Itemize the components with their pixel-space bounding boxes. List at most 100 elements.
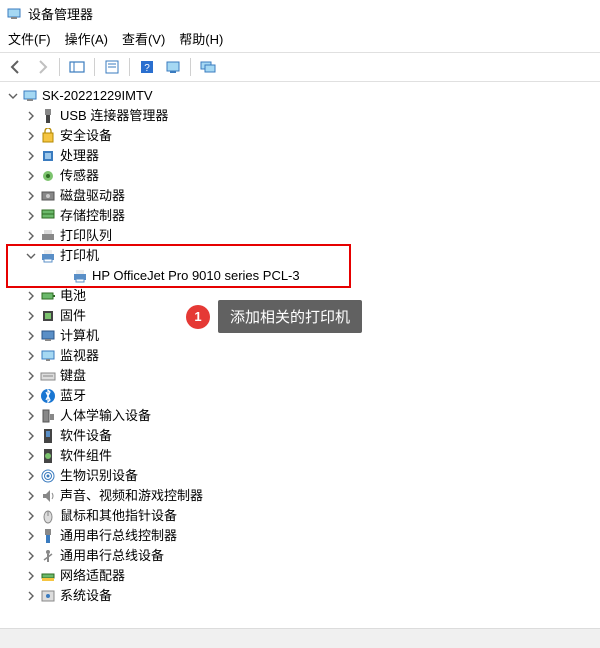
tree-root[interactable]: SK-20221229IMTV: [4, 86, 600, 106]
chevron-right-icon[interactable]: [24, 229, 38, 243]
hid-icon: [40, 408, 56, 424]
app-icon: [6, 6, 22, 22]
tree-category-label: USB 连接器管理器: [60, 106, 172, 126]
tree-category-label: 打印机: [60, 246, 103, 266]
properties-button[interactable]: [100, 56, 124, 78]
help-button[interactable]: [135, 56, 159, 78]
tree-category-usb[interactable]: USB 连接器管理器: [4, 106, 600, 126]
chevron-right-icon[interactable]: [24, 489, 38, 503]
tree-category-component[interactable]: 软件组件: [4, 446, 600, 466]
tree-root-label: SK-20221229IMTV: [42, 86, 157, 106]
show-hide-tree-button[interactable]: [65, 56, 89, 78]
tree-category-bluetooth[interactable]: 蓝牙: [4, 386, 600, 406]
bluetooth-icon: [40, 388, 56, 404]
tree-category-label: 固件: [60, 306, 90, 326]
title-bar: 设备管理器: [0, 0, 600, 27]
status-bar: [0, 628, 600, 648]
disk-icon: [40, 188, 56, 204]
tree-category-label: 鼠标和其他指针设备: [60, 506, 181, 526]
chevron-right-icon[interactable]: [24, 309, 38, 323]
chevron-right-icon[interactable]: [24, 329, 38, 343]
chevron-right-icon[interactable]: [24, 389, 38, 403]
tree-category-printer[interactable]: 打印机: [4, 246, 600, 266]
scan-hardware-button[interactable]: [161, 56, 185, 78]
devices-monitor-button[interactable]: [196, 56, 220, 78]
tree-category-label: 传感器: [60, 166, 103, 186]
tree-category-biometric[interactable]: 生物识别设备: [4, 466, 600, 486]
back-button[interactable]: [4, 56, 28, 78]
toolbar-separator: [190, 58, 191, 76]
menu-bar: 文件(F) 操作(A) 查看(V) 帮助(H): [0, 27, 600, 52]
callout-label: 添加相关的打印机: [218, 300, 362, 333]
tree-category-cpu[interactable]: 处理器: [4, 146, 600, 166]
chevron-right-icon[interactable]: [24, 109, 38, 123]
chevron-right-icon[interactable]: [24, 209, 38, 223]
chevron-right-icon[interactable]: [24, 429, 38, 443]
tree-category-disk[interactable]: 磁盘驱动器: [4, 186, 600, 206]
chevron-right-icon[interactable]: [24, 149, 38, 163]
audio-icon: [40, 488, 56, 504]
chevron-right-icon[interactable]: [24, 529, 38, 543]
menu-file[interactable]: 文件(F): [8, 29, 51, 48]
chevron-down-icon[interactable]: [24, 249, 38, 263]
monitor-icon: [40, 348, 56, 364]
tree-device[interactable]: HP OfficeJet Pro 9010 series PCL-3: [4, 266, 600, 286]
tree-category-monitor[interactable]: 监视器: [4, 346, 600, 366]
chevron-right-icon[interactable]: [24, 349, 38, 363]
tree-category-system[interactable]: 系统设备: [4, 586, 600, 606]
storage-icon: [40, 208, 56, 224]
chevron-right-icon[interactable]: [24, 509, 38, 523]
chevron-right-icon[interactable]: [24, 469, 38, 483]
tree-category-storage[interactable]: 存储控制器: [4, 206, 600, 226]
printq-icon: [40, 228, 56, 244]
component-icon: [40, 448, 56, 464]
chevron-right-icon[interactable]: [24, 409, 38, 423]
chevron-right-icon[interactable]: [24, 289, 38, 303]
biometric-icon: [40, 468, 56, 484]
computer-icon: [22, 88, 38, 104]
chevron-right-icon[interactable]: [24, 369, 38, 383]
chevron-right-icon[interactable]: [24, 169, 38, 183]
tree-category-label: 通用串行总线控制器: [60, 526, 181, 546]
chevron-right-icon[interactable]: [24, 449, 38, 463]
tree-category-usbctrl[interactable]: 通用串行总线控制器: [4, 526, 600, 546]
menu-action[interactable]: 操作(A): [65, 29, 108, 48]
callout-annotation: 1 添加相关的打印机: [186, 300, 362, 333]
tree-category-label: 键盘: [60, 366, 90, 386]
tree-category-hid[interactable]: 人体学输入设备: [4, 406, 600, 426]
tree-category-label: 打印队列: [60, 226, 116, 246]
toolbar-separator: [94, 58, 95, 76]
printer-icon: [40, 248, 56, 264]
tree-category-sensor[interactable]: 传感器: [4, 166, 600, 186]
chevron-right-icon[interactable]: [24, 589, 38, 603]
tree-category-security[interactable]: 安全设备: [4, 126, 600, 146]
tree-category-mouse[interactable]: 鼠标和其他指针设备: [4, 506, 600, 526]
tree-category-label: 软件设备: [60, 426, 116, 446]
chevron-down-icon[interactable]: [6, 89, 20, 103]
tree-category-label: 安全设备: [60, 126, 116, 146]
window-title: 设备管理器: [28, 4, 93, 23]
usbctrl-icon: [40, 528, 56, 544]
tree-category-keyboard[interactable]: 键盘: [4, 366, 600, 386]
tree-category-label: 电池: [60, 286, 90, 306]
menu-view[interactable]: 查看(V): [122, 29, 165, 48]
usbdev-icon: [40, 548, 56, 564]
callout-badge: 1: [186, 305, 210, 329]
tree-category-label: 处理器: [60, 146, 103, 166]
tree-category-label: 声音、视频和游戏控制器: [60, 486, 207, 506]
chevron-right-icon[interactable]: [24, 549, 38, 563]
menu-help[interactable]: 帮助(H): [179, 29, 223, 48]
tree-category-label: 通用串行总线设备: [60, 546, 168, 566]
tree-category-software[interactable]: 软件设备: [4, 426, 600, 446]
tree-category-label: 存储控制器: [60, 206, 129, 226]
tree-category-usbdev[interactable]: 通用串行总线设备: [4, 546, 600, 566]
chevron-right-icon[interactable]: [24, 569, 38, 583]
chevron-right-icon[interactable]: [24, 189, 38, 203]
tree-category-network[interactable]: 网络适配器: [4, 566, 600, 586]
tree-category-printq[interactable]: 打印队列: [4, 226, 600, 246]
tree-category-audio[interactable]: 声音、视频和游戏控制器: [4, 486, 600, 506]
battery-icon: [40, 288, 56, 304]
forward-button[interactable]: [30, 56, 54, 78]
chevron-right-icon[interactable]: [24, 129, 38, 143]
toolbar-separator: [59, 58, 60, 76]
